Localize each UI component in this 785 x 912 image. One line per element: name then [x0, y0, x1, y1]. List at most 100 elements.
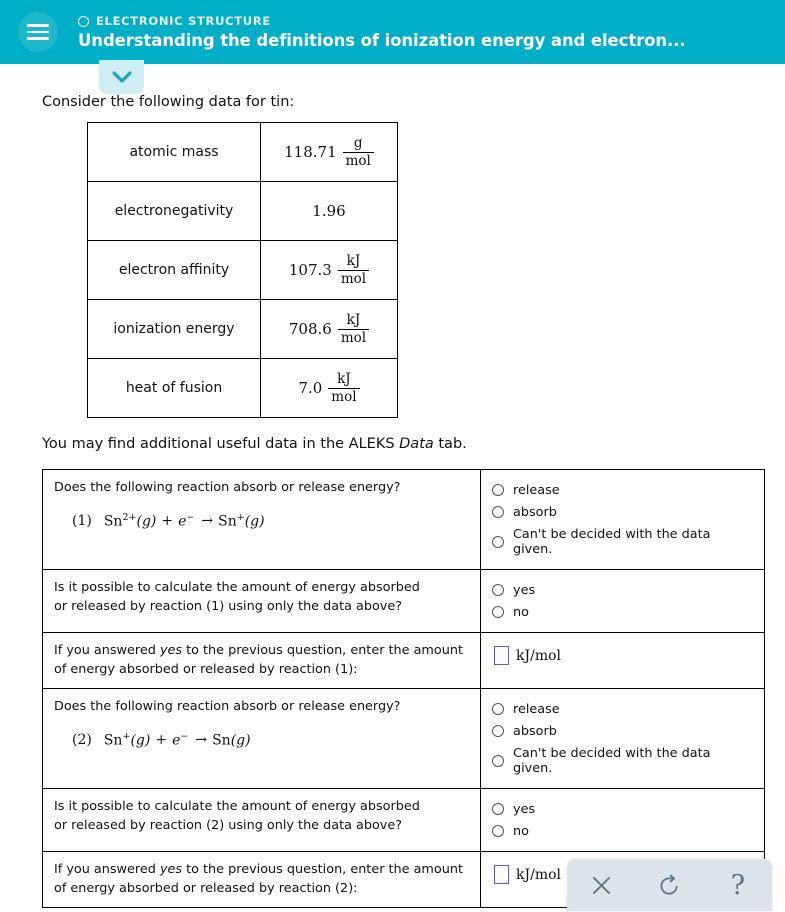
- question-text-before: If you answered: [54, 643, 160, 658]
- chevron-down-icon: [111, 71, 132, 83]
- table-row: heat of fusion 7.0 kJ mol: [87, 358, 398, 418]
- plus-sign: +: [161, 513, 174, 530]
- question-text-italic: yes: [159, 643, 183, 658]
- hamburger-menu-icon[interactable]: [18, 12, 58, 52]
- unit-fraction: kJ mol: [337, 253, 370, 286]
- question-text: Does the following reaction absorb or re…: [54, 480, 401, 495]
- data-value: 7.0 kJ mol: [260, 358, 398, 418]
- unit-fraction: kJ mol: [328, 371, 360, 404]
- hamburger-bar: [27, 24, 49, 27]
- electron-charge: −: [180, 730, 189, 742]
- question-text-line2: or released by reaction (1) using only t…: [54, 598, 403, 614]
- table-row: electronegativity 1.96: [87, 181, 398, 241]
- bottom-toolbar: ?: [567, 859, 772, 911]
- product-species: Sn: [212, 732, 231, 749]
- question-prompt-cell: If you answered yes to the previous ques…: [42, 631, 481, 690]
- radio-label: no: [513, 823, 529, 839]
- radio-button-icon[interactable]: [492, 484, 504, 496]
- data-value: 708.6 kJ mol: [260, 299, 398, 359]
- question-text-before: If you answered: [54, 862, 160, 878]
- radio-option-cannot-decide[interactable]: Can't be decided with the data given.: [492, 523, 753, 560]
- unit-numerator: kJ: [337, 371, 351, 388]
- question-text-line2: or released by reaction (2) using only t…: [54, 817, 403, 833]
- radio-button-icon[interactable]: [492, 725, 504, 738]
- reactant-state: (g): [136, 513, 157, 530]
- main-content: Consider the following data for tin: ato…: [0, 64, 785, 909]
- reaction-equation-2: (2) Sn+(g) + e− → Sn(g): [72, 730, 469, 751]
- radio-button-icon[interactable]: [492, 754, 504, 767]
- question-prompt-cell: If you answered yes to the previous ques…: [42, 851, 481, 909]
- product-charge: +: [236, 511, 245, 523]
- radio-option-no[interactable]: no: [492, 820, 753, 842]
- table-row: Does the following reaction absorb or re…: [42, 469, 765, 570]
- aleks-note-italic: Data: [399, 436, 434, 452]
- data-label: ionization energy: [87, 299, 261, 359]
- reaction-arrow-icon: →: [201, 513, 213, 530]
- radio-label: no: [513, 604, 529, 620]
- radio-button-icon[interactable]: [492, 606, 504, 618]
- unit-numerator: kJ: [346, 253, 361, 270]
- value-number: 7.0: [298, 379, 323, 397]
- unit-numerator: g: [353, 135, 363, 152]
- hamburger-bar: [27, 30, 49, 34]
- radio-button-icon[interactable]: [492, 703, 504, 716]
- question-prompt-cell: Is it possible to calculate the amount o…: [42, 569, 481, 633]
- table-row: ionization energy 708.6 kJ mol: [87, 299, 398, 359]
- table-row: If you answered yes to the previous ques…: [42, 631, 765, 690]
- table-row: Is it possible to calculate the amount o…: [42, 788, 765, 853]
- radio-button-icon[interactable]: [492, 535, 504, 548]
- radio-button-icon[interactable]: [492, 825, 504, 838]
- radio-label: release: [513, 482, 560, 498]
- data-value: 1.96: [260, 181, 398, 241]
- table-row: electron affinity 107.3 kJ mol: [87, 240, 398, 300]
- unit-denominator: mol: [337, 269, 370, 286]
- product-state: (g): [244, 513, 265, 530]
- questions-table: Does the following reaction absorb or re…: [42, 469, 765, 909]
- electron-charge: −: [186, 511, 195, 523]
- radio-label: Can't be decided with the data given.: [513, 745, 711, 776]
- radio-label: absorb: [513, 723, 557, 739]
- undo-rotate-ccw-icon: [660, 874, 678, 895]
- radio-option-release[interactable]: release: [492, 479, 753, 501]
- radio-option-yes[interactable]: yes: [492, 579, 753, 601]
- undo-button[interactable]: [646, 865, 692, 905]
- reactant-state: (g): [130, 732, 151, 749]
- breadcrumb: ELECTRONIC STRUCTURE: [78, 14, 686, 28]
- radio-option-cannot-decide[interactable]: Can't be decided with the data given.: [492, 742, 753, 779]
- expand-panel-toggle[interactable]: [99, 60, 144, 94]
- radio-option-absorb[interactable]: absorb: [492, 720, 753, 742]
- radio-button-icon[interactable]: [492, 803, 504, 816]
- reaction-equation-1: (1) Sn2+(g) + e− → Sn+(g): [72, 511, 469, 532]
- data-label: electron affinity: [87, 240, 261, 300]
- radio-option-no[interactable]: no: [492, 601, 753, 623]
- value-number: 107.3: [288, 261, 332, 279]
- radio-option-yes[interactable]: yes: [492, 798, 753, 820]
- energy-amount-input-1[interactable]: [494, 646, 509, 665]
- radio-button-icon[interactable]: [492, 584, 504, 596]
- close-x-icon: [592, 876, 610, 894]
- breadcrumb-label: ELECTRONIC STRUCTURE: [96, 14, 271, 28]
- equation-label: (2): [72, 732, 92, 749]
- radio-option-absorb[interactable]: absorb: [492, 501, 753, 523]
- energy-amount-input-2[interactable]: [494, 865, 509, 885]
- table-row: Does the following reaction absorb or re…: [42, 688, 765, 790]
- unit-denominator: mol: [342, 151, 374, 168]
- equation-label: (1): [72, 513, 92, 530]
- unit-fraction: kJ mol: [337, 313, 370, 345]
- question-mark-icon: ?: [730, 869, 746, 901]
- data-label: atomic mass: [87, 122, 261, 182]
- hamburger-bar: [27, 37, 49, 40]
- reactant-species: Sn: [103, 513, 123, 530]
- answer-cell: release absorb Can't be decided with the…: [480, 688, 765, 790]
- radio-button-icon[interactable]: [492, 506, 504, 518]
- plus-sign: +: [155, 732, 168, 749]
- close-button[interactable]: [578, 865, 624, 905]
- radio-option-release[interactable]: release: [492, 698, 753, 720]
- answer-cell: release absorb Can't be decided with the…: [480, 469, 765, 570]
- question-text-line1: Is it possible to calculate the amount o…: [54, 799, 420, 815]
- answer-cell: yes no: [480, 788, 765, 853]
- data-label: electronegativity: [87, 181, 261, 241]
- value-number: 1.96: [312, 202, 346, 220]
- help-button[interactable]: ?: [715, 865, 761, 905]
- aleks-data-note: You may find additional useful data in t…: [42, 436, 765, 452]
